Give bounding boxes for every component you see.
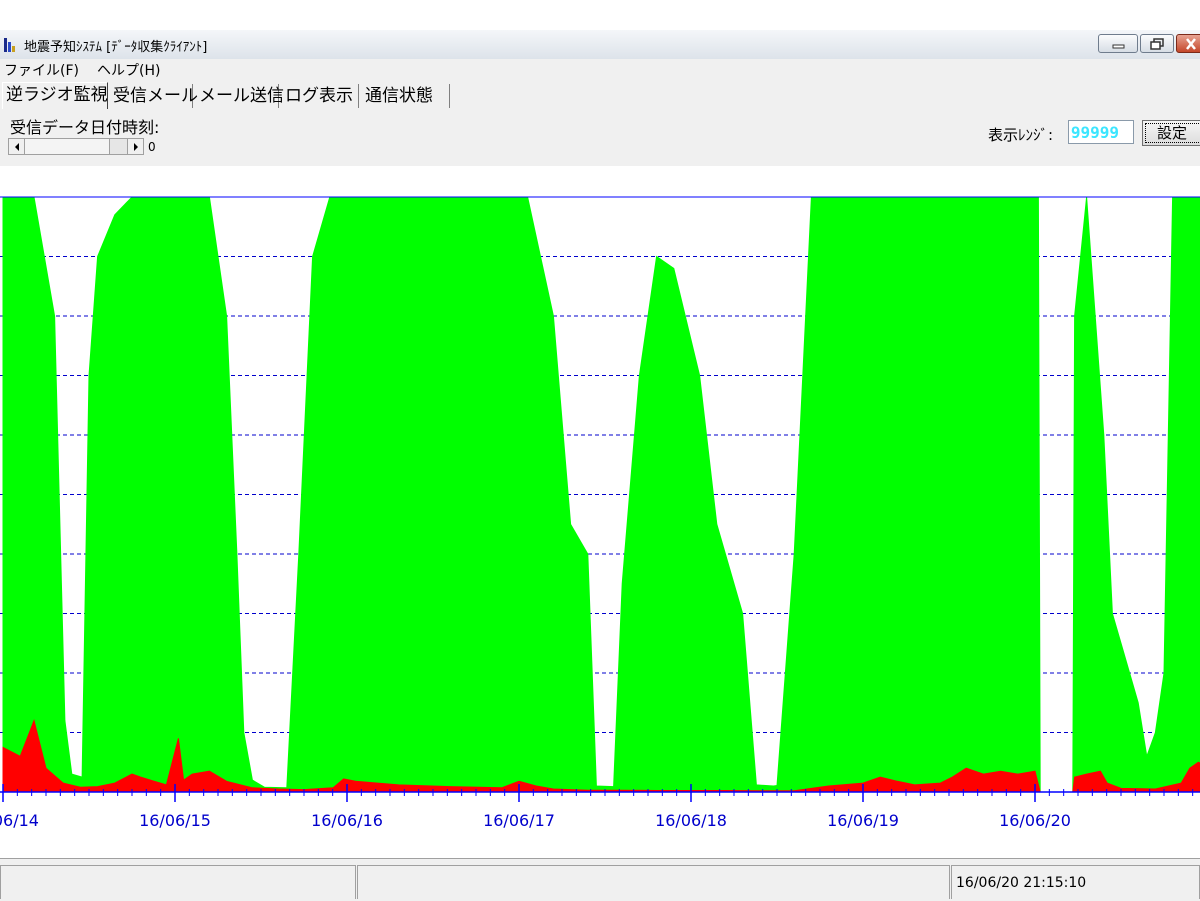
x-tick-label: 16/06/18 <box>655 811 727 830</box>
scroll-right-icon <box>133 142 138 151</box>
x-tick-label: 16/06/17 <box>483 811 555 830</box>
received-datetime-label: 受信データ日付時刻: <box>10 118 160 137</box>
status-bar: 16/06/20 21:15:10 <box>0 858 1200 901</box>
x-tick-label: 16/06/16 <box>311 811 383 830</box>
x-tick-label: 16/06/14 <box>0 811 39 830</box>
scroll-right-button[interactable] <box>127 139 143 154</box>
display-range-input[interactable]: 99999 <box>1068 120 1134 144</box>
x-tick-label: 16/06/19 <box>827 811 899 830</box>
tab-send-mail[interactable]: メール送信 <box>196 84 284 108</box>
set-button[interactable]: 設定 <box>1142 120 1200 146</box>
scroll-left-icon <box>14 142 19 151</box>
app-icon <box>4 38 15 52</box>
maximize-icon <box>1150 38 1164 50</box>
display-range-label: 表示ﾚﾝｼﾞ: <box>988 126 1054 144</box>
status-datetime: 16/06/20 21:15:10 <box>956 875 1087 891</box>
series-area-0 <box>2 196 1200 793</box>
tab-bar: 逆ラジオ監視 受信メール メール送信 ログ表示 通信状態 <box>0 80 1200 110</box>
title-bar: 地震予知ｼｽﾃﾑ [ﾃﾞｰﾀ収集ｸﾗｲｱﾝﾄ] <box>0 30 1200 60</box>
tab-received-mail[interactable]: 受信メール <box>110 84 198 108</box>
menu-bar: ファイル(F) ヘルプ(H) <box>0 59 1200 80</box>
display-range-value: 99999 <box>1070 123 1119 142</box>
close-button[interactable] <box>1176 34 1200 53</box>
datetime-scrollbar[interactable] <box>8 138 144 155</box>
minimize-icon <box>1112 44 1125 49</box>
tab-connection-status[interactable]: 通信状態 <box>362 84 450 108</box>
close-icon <box>1186 38 1196 50</box>
minimize-button[interactable] <box>1098 34 1138 53</box>
tab-log-view[interactable]: ログ表示 <box>282 84 359 108</box>
x-tick-label: 16/06/20 <box>999 811 1071 830</box>
scroll-value: 0 <box>148 140 156 154</box>
chart-area: 16/06/14 16/06/15 16/06/16 16/06/17 16/06/18… <box>0 166 1200 856</box>
radio-monitor-chart: 16/06/14 16/06/15 16/06/16 16/06/17 16/06/18… <box>0 196 1200 830</box>
controls-panel: 受信データ日付時刻: 0 表示ﾚﾝｼﾞ: 99999 設定 <box>0 110 1200 166</box>
status-pane-2 <box>357 865 950 899</box>
status-pane-1 <box>0 865 356 899</box>
window-title: 地震予知ｼｽﾃﾑ [ﾃﾞｰﾀ収集ｸﾗｲｱﾝﾄ] <box>24 40 208 55</box>
scroll-left-button[interactable] <box>9 139 25 154</box>
menu-help[interactable]: ヘルプ(H) <box>97 60 160 80</box>
menu-file[interactable]: ファイル(F) <box>4 60 79 80</box>
x-tick-label: 16/06/15 <box>139 811 211 830</box>
tab-reverse-radio-monitor[interactable]: 逆ラジオ監視 <box>2 82 108 109</box>
maximize-button[interactable] <box>1140 34 1174 53</box>
